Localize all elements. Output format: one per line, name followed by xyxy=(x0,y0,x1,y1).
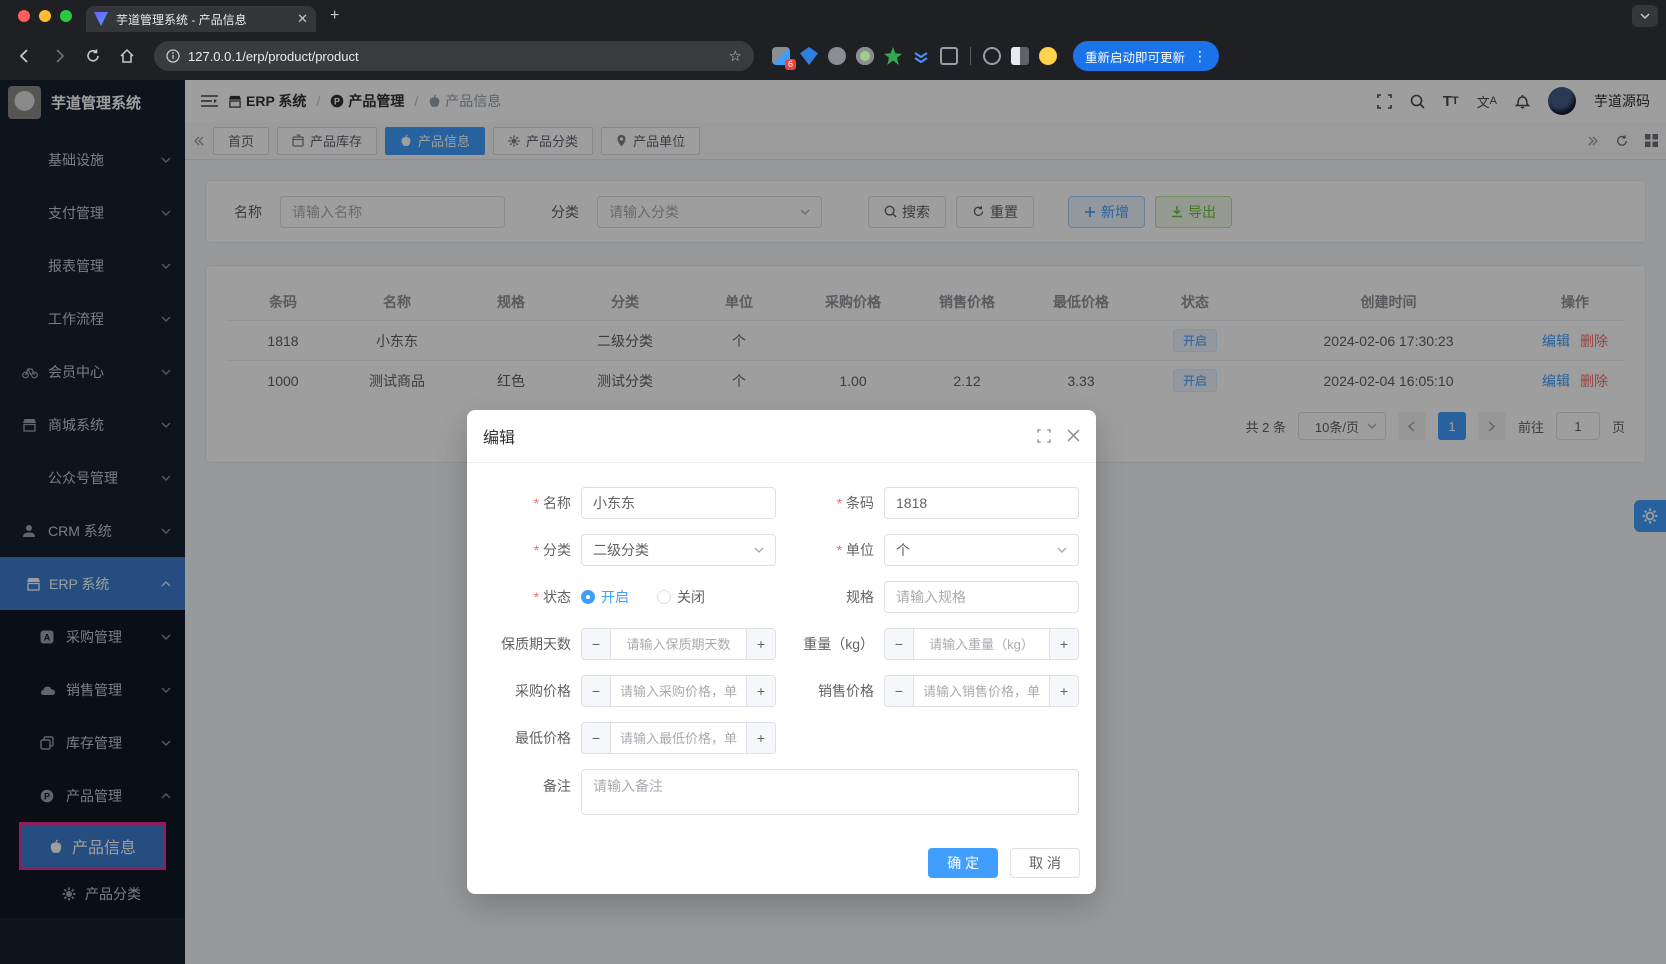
forward-button[interactable] xyxy=(44,41,74,71)
field-barcode-label: 条码 xyxy=(786,493,874,513)
status-radio-on[interactable]: 开启 xyxy=(581,587,629,607)
divider xyxy=(970,47,971,65)
field-weight-label: 重量（kg） xyxy=(786,634,874,654)
site-info-icon[interactable] xyxy=(166,49,180,63)
field-sale-price-label: 销售价格 xyxy=(786,681,874,701)
cancel-button[interactable]: 取 消 xyxy=(1010,848,1080,878)
field-name-input[interactable] xyxy=(581,487,776,519)
browser-tab[interactable]: 芋道管理系统 - 产品信息 ✕ xyxy=(86,6,316,32)
extension-icon[interactable] xyxy=(912,47,930,65)
field-shelf-life-stepper[interactable]: − + xyxy=(581,628,776,660)
extension-icon[interactable] xyxy=(884,47,902,65)
reload-button[interactable] xyxy=(78,41,108,71)
chevron-down-icon xyxy=(1057,545,1067,555)
field-unit-select[interactable]: 个 xyxy=(884,534,1079,566)
extension-icon[interactable] xyxy=(940,47,958,65)
field-purchase-price-label: 采购价格 xyxy=(483,681,571,701)
plus-button[interactable]: + xyxy=(746,723,775,753)
close-tab-icon[interactable]: ✕ xyxy=(297,11,308,27)
tab-search-button[interactable] xyxy=(1632,5,1658,27)
chrome-update-button[interactable]: 重新启动即可更新 ⋮ xyxy=(1073,41,1219,71)
minus-button[interactable]: − xyxy=(582,676,611,706)
site-favicon xyxy=(94,12,108,26)
field-min-price-stepper[interactable]: − + xyxy=(581,722,776,754)
minus-button[interactable]: − xyxy=(885,676,914,706)
extension-icon[interactable] xyxy=(983,47,1001,65)
chevron-down-icon xyxy=(754,545,764,555)
field-remark-label: 备注 xyxy=(483,776,571,796)
back-button[interactable] xyxy=(10,41,40,71)
window-controls[interactable] xyxy=(0,10,86,22)
plus-button[interactable]: + xyxy=(746,629,775,659)
address-bar[interactable]: 127.0.0.1/erp/product/product ☆ xyxy=(154,41,754,71)
maximize-window-button[interactable] xyxy=(60,10,72,22)
bookmark-star-icon[interactable]: ☆ xyxy=(729,47,742,65)
plus-button[interactable]: + xyxy=(1049,676,1078,706)
field-purchase-price-stepper[interactable]: − + xyxy=(581,675,776,707)
field-spec-label: 规格 xyxy=(786,587,874,607)
field-spec-input[interactable] xyxy=(884,581,1079,613)
edit-dialog: 编辑 名称 条码 分类 二级分类 单位 xyxy=(467,410,1096,894)
minus-button[interactable]: − xyxy=(582,629,611,659)
field-weight-stepper[interactable]: − + xyxy=(884,628,1079,660)
extension-icon[interactable] xyxy=(800,47,818,65)
field-category-select[interactable]: 二级分类 xyxy=(581,534,776,566)
extensions-bar: 6 xyxy=(772,47,1057,65)
dialog-fullscreen-icon[interactable] xyxy=(1037,429,1051,443)
chrome-menu-icon[interactable]: ⋮ xyxy=(1193,48,1207,65)
home-button[interactable] xyxy=(112,41,142,71)
update-button-label: 重新启动即可更新 xyxy=(1085,47,1185,66)
field-unit-label: 单位 xyxy=(786,540,874,560)
url-text: 127.0.0.1/erp/product/product xyxy=(188,49,721,64)
dialog-title: 编辑 xyxy=(483,424,515,448)
extension-icon[interactable]: 6 xyxy=(772,47,790,65)
extension-icon[interactable] xyxy=(828,47,846,65)
radio-dot xyxy=(657,590,671,604)
extension-badge: 6 xyxy=(785,59,796,70)
field-min-price-label: 最低价格 xyxy=(483,728,571,748)
browser-chrome: 芋道管理系统 - 产品信息 ✕ + 127.0.0.1/erp/product/… xyxy=(0,0,1666,80)
field-status-label: 状态 xyxy=(483,587,571,607)
confirm-button[interactable]: 确 定 xyxy=(928,848,998,878)
field-name-label: 名称 xyxy=(483,493,571,513)
field-barcode-input[interactable] xyxy=(884,487,1079,519)
close-window-button[interactable] xyxy=(18,10,30,22)
browser-tab-title: 芋道管理系统 - 产品信息 xyxy=(116,11,289,28)
plus-button[interactable]: + xyxy=(1049,629,1078,659)
profile-avatar-icon[interactable] xyxy=(1039,47,1057,65)
field-category-label: 分类 xyxy=(483,540,571,560)
minus-button[interactable]: − xyxy=(885,629,914,659)
extension-icon[interactable] xyxy=(856,47,874,65)
plus-button[interactable]: + xyxy=(746,676,775,706)
side-panel-icon[interactable] xyxy=(1011,47,1029,65)
field-sale-price-stepper[interactable]: − + xyxy=(884,675,1079,707)
dialog-close-icon[interactable] xyxy=(1067,429,1080,443)
minus-button[interactable]: − xyxy=(582,723,611,753)
field-remark-textarea[interactable] xyxy=(581,769,1079,815)
status-radio-off[interactable]: 关闭 xyxy=(657,587,705,607)
field-shelf-life-label: 保质期天数 xyxy=(483,634,571,654)
radio-dot xyxy=(581,590,595,604)
new-tab-button[interactable]: + xyxy=(330,7,339,25)
minimize-window-button[interactable] xyxy=(39,10,51,22)
